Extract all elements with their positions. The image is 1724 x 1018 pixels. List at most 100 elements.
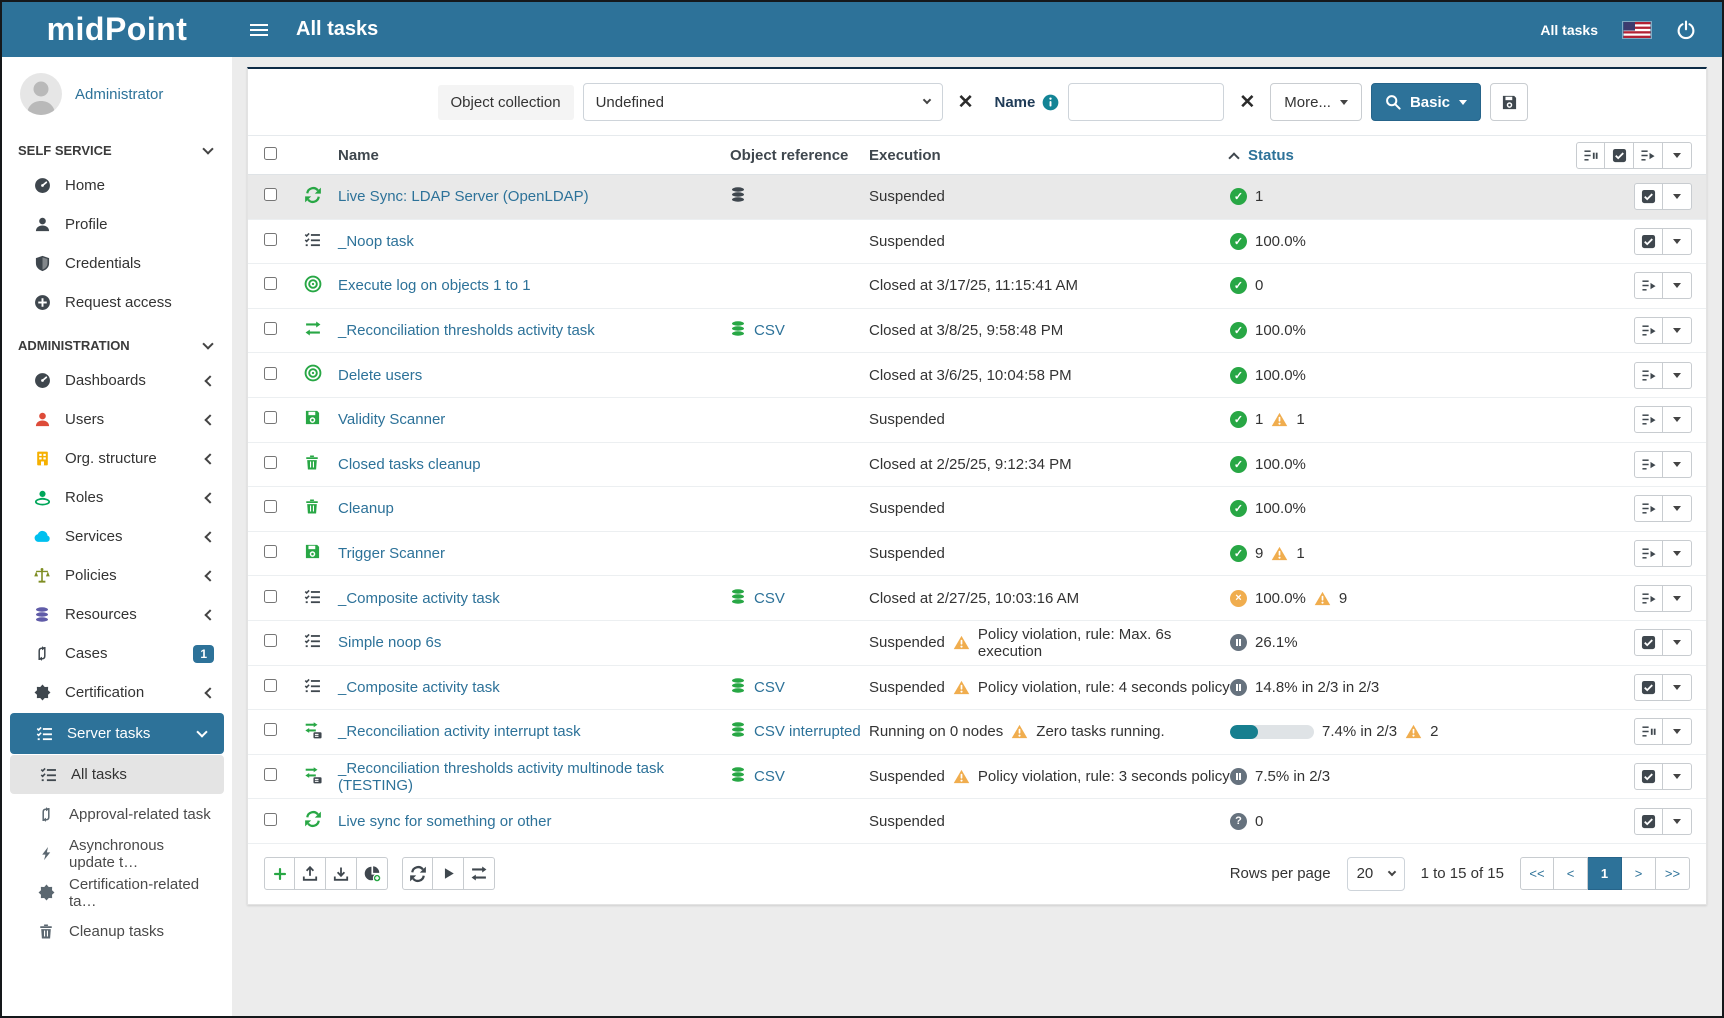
- name-filter-input[interactable]: [1068, 83, 1224, 121]
- sidebar-item-certification[interactable]: Certification: [2, 673, 232, 712]
- row-action-button[interactable]: [1634, 406, 1663, 433]
- row-actions-dropdown-button[interactable]: [1663, 362, 1692, 389]
- page-button-first[interactable]: <<: [1520, 857, 1554, 890]
- task-name-link[interactable]: Delete users: [338, 367, 422, 384]
- row-checkbox[interactable]: [264, 634, 277, 647]
- task-name-link[interactable]: _Composite activity task: [338, 679, 500, 696]
- toggle-refresh-button[interactable]: [464, 857, 495, 890]
- page-button-last[interactable]: >>: [1656, 857, 1690, 890]
- row-checkbox[interactable]: [264, 277, 277, 290]
- download-tasks-button[interactable]: [326, 857, 357, 890]
- task-name-link[interactable]: Closed tasks cleanup: [338, 456, 481, 473]
- sidebar-item-request-access[interactable]: Request access: [2, 283, 232, 322]
- column-header-execution[interactable]: Execution: [869, 147, 1230, 164]
- start-refresh-button[interactable]: [433, 857, 464, 890]
- object-reference-link[interactable]: CSV: [754, 590, 785, 607]
- menu-toggle-icon[interactable]: [248, 22, 270, 38]
- page-button-current[interactable]: 1: [1588, 857, 1622, 890]
- object-reference-link[interactable]: CSV: [754, 679, 785, 696]
- row-actions-dropdown-button[interactable]: [1663, 495, 1692, 522]
- row-actions-dropdown-button[interactable]: [1663, 406, 1692, 433]
- row-action-button[interactable]: [1634, 228, 1663, 255]
- task-name-link[interactable]: _Reconciliation thresholds activity mult…: [338, 760, 664, 794]
- row-checkbox[interactable]: [264, 188, 277, 201]
- object-reference-link[interactable]: CSV: [754, 768, 785, 785]
- object-reference-link[interactable]: CSV interrupted: [754, 723, 861, 740]
- row-actions-dropdown-button[interactable]: [1663, 540, 1692, 567]
- header-actions-dropdown-button[interactable]: [1663, 142, 1692, 169]
- sidebar-item-profile[interactable]: Profile: [2, 205, 232, 244]
- task-name-link[interactable]: Live Sync: LDAP Server (OpenLDAP): [338, 188, 589, 205]
- sidebar-item-services[interactable]: Services: [2, 517, 232, 556]
- sidebar-item-approval-related-task[interactable]: Approval-related task: [2, 795, 232, 834]
- column-header-status[interactable]: Status: [1248, 147, 1294, 164]
- row-actions-dropdown-button[interactable]: [1663, 183, 1692, 210]
- basic-search-button[interactable]: Basic: [1371, 83, 1481, 121]
- page-button-prev[interactable]: <: [1554, 857, 1588, 890]
- sidebar-item-dashboards[interactable]: Dashboards: [2, 361, 232, 400]
- row-checkbox[interactable]: [264, 322, 277, 335]
- resume-tasks-button[interactable]: [1634, 142, 1663, 169]
- suspend-tasks-button[interactable]: [1576, 142, 1605, 169]
- row-action-button[interactable]: [1634, 763, 1663, 790]
- sidebar-item-cases[interactable]: Cases1: [2, 634, 232, 673]
- sidebar-item-home[interactable]: Home: [2, 166, 232, 205]
- row-actions-dropdown-button[interactable]: [1663, 317, 1692, 344]
- row-action-button[interactable]: [1634, 629, 1663, 656]
- task-name-link[interactable]: Trigger Scanner: [338, 545, 445, 562]
- row-action-button[interactable]: [1634, 272, 1663, 299]
- create-report-button[interactable]: [357, 857, 388, 890]
- row-action-button[interactable]: [1634, 451, 1663, 478]
- row-action-button[interactable]: [1634, 362, 1663, 389]
- chevron-down-icon[interactable]: [202, 338, 213, 349]
- clear-collection-button[interactable]: ✕: [952, 91, 980, 114]
- sidebar-item-cleanup-tasks[interactable]: Cleanup tasks: [2, 912, 232, 951]
- sidebar-item-policies[interactable]: Policies: [2, 556, 232, 595]
- row-actions-dropdown-button[interactable]: [1663, 585, 1692, 612]
- row-actions-dropdown-button[interactable]: [1663, 629, 1692, 656]
- add-task-button[interactable]: [264, 857, 295, 890]
- chevron-down-icon[interactable]: [202, 143, 213, 154]
- row-checkbox[interactable]: [264, 813, 277, 826]
- column-header-object-reference[interactable]: Object reference: [730, 147, 869, 164]
- refresh-button[interactable]: [402, 857, 433, 890]
- topbar-shortcut-all-tasks[interactable]: All tasks: [1540, 22, 1598, 38]
- row-checkbox[interactable]: [264, 411, 277, 424]
- row-checkbox[interactable]: [264, 723, 277, 736]
- row-checkbox[interactable]: [264, 233, 277, 246]
- task-name-link[interactable]: Cleanup: [338, 500, 394, 517]
- sidebar-item-certification-related-ta[interactable]: Certification-related ta…: [2, 873, 232, 912]
- row-checkbox[interactable]: [264, 456, 277, 469]
- row-action-button[interactable]: [1634, 718, 1663, 745]
- row-actions-dropdown-button[interactable]: [1663, 763, 1692, 790]
- task-name-link[interactable]: _Reconciliation thresholds activity task: [338, 322, 595, 339]
- row-action-button[interactable]: [1634, 540, 1663, 567]
- task-name-link[interactable]: Live sync for something or other: [338, 813, 551, 830]
- task-name-link[interactable]: _Composite activity task: [338, 590, 500, 607]
- user-name-link[interactable]: Administrator: [75, 86, 163, 103]
- row-actions-dropdown-button[interactable]: [1663, 451, 1692, 478]
- row-actions-dropdown-button[interactable]: [1663, 228, 1692, 255]
- object-collection-select[interactable]: Undefined: [583, 83, 943, 121]
- task-name-link[interactable]: Validity Scanner: [338, 411, 445, 428]
- page-button-next[interactable]: >: [1622, 857, 1656, 890]
- row-actions-dropdown-button[interactable]: [1663, 808, 1692, 835]
- row-checkbox[interactable]: [264, 590, 277, 603]
- column-header-name[interactable]: Name: [338, 147, 730, 164]
- import-task-button[interactable]: [295, 857, 326, 890]
- select-all-checkbox[interactable]: [264, 147, 277, 160]
- task-name-link[interactable]: _Reconciliation activity interrupt task: [338, 723, 581, 740]
- save-search-button[interactable]: [1490, 83, 1528, 121]
- sidebar-item-resources[interactable]: Resources: [2, 595, 232, 634]
- run-now-button[interactable]: [1605, 142, 1634, 169]
- sidebar-item-users[interactable]: Users: [2, 400, 232, 439]
- sort-ascending-icon[interactable]: [1228, 152, 1239, 163]
- row-checkbox[interactable]: [264, 768, 277, 781]
- midpoint-logo[interactable]: midPoint: [2, 11, 232, 48]
- locale-flag-icon[interactable]: [1622, 21, 1652, 39]
- task-name-link[interactable]: _Noop task: [338, 233, 414, 250]
- task-name-link[interactable]: Simple noop 6s: [338, 634, 441, 651]
- row-checkbox[interactable]: [264, 500, 277, 513]
- row-checkbox[interactable]: [264, 367, 277, 380]
- row-action-button[interactable]: [1634, 674, 1663, 701]
